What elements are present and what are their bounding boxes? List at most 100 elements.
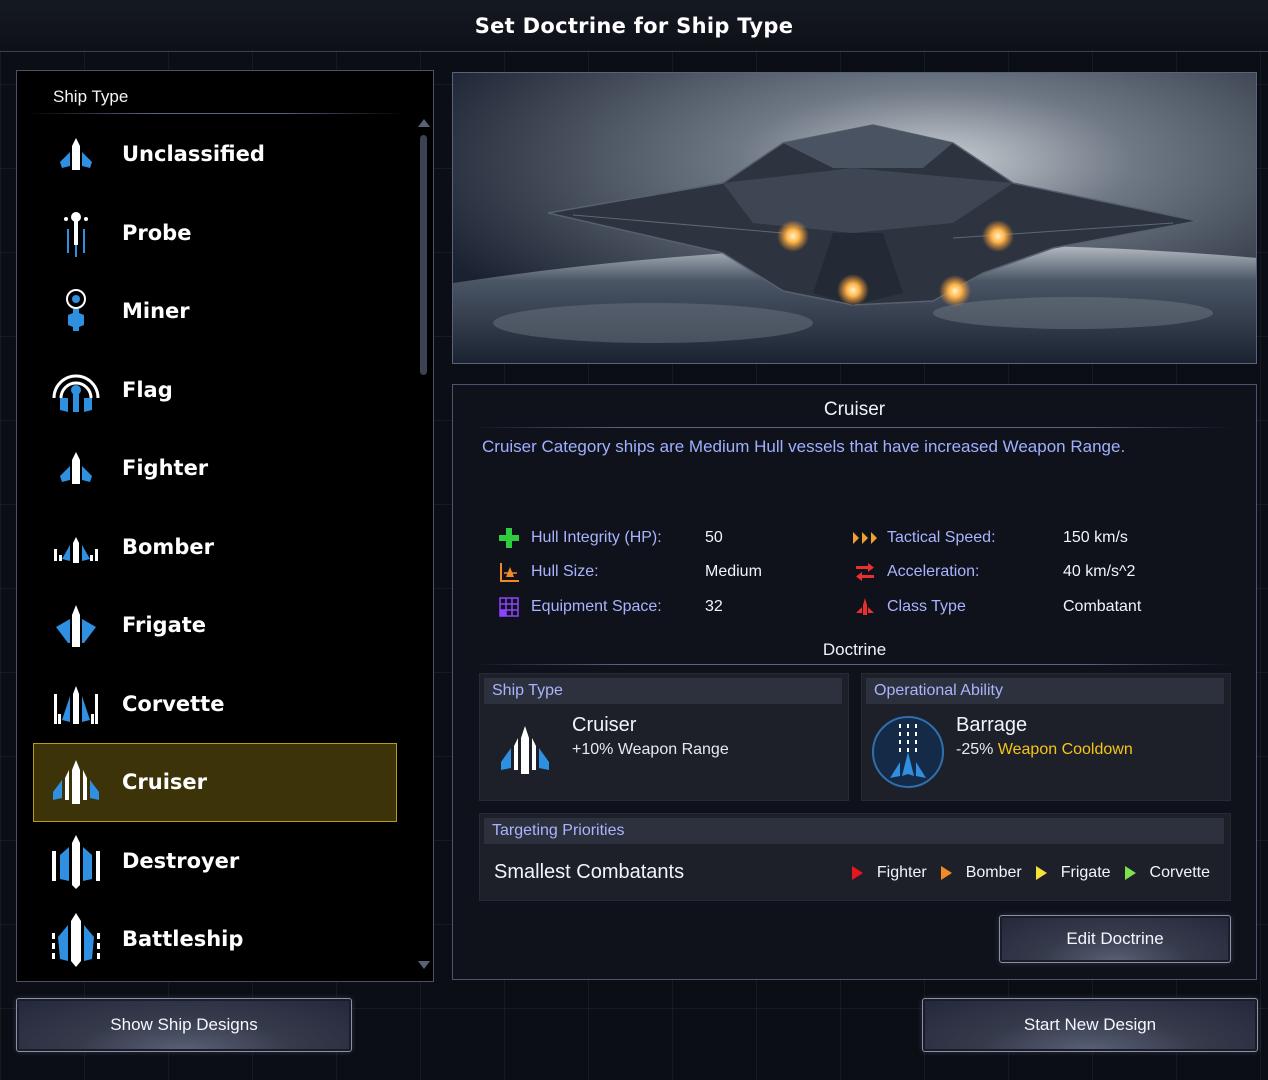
class-type-icon [853, 596, 877, 618]
doctrine-ship-type-card: Ship Type Cruiser +10% Weapon Range [479, 673, 849, 801]
priority-arrow-icon [851, 866, 863, 880]
priority-target-fighter: Fighter [876, 864, 927, 881]
card-header: Targeting Priorities [484, 818, 1224, 844]
targeting-priorities-card: Targeting Priorities Smallest Combatants… [479, 813, 1231, 901]
stat-label: Hull Integrity (HP): [531, 529, 662, 546]
divider [473, 664, 1233, 665]
ship-type-item-unclassified[interactable]: Unclassified [33, 115, 397, 194]
stat-value: Medium [705, 563, 762, 580]
ship-type-item-fighter[interactable]: Fighter [33, 429, 397, 508]
ship-type-item-corvette[interactable]: Corvette [33, 665, 397, 744]
doctrine-ship-type-bonus: +10% Weapon Range [572, 741, 729, 758]
acceleration-icon [853, 561, 877, 583]
operational-ability-name: Barrage [956, 714, 1028, 736]
card-header: Ship Type [484, 678, 842, 704]
divider [473, 427, 1233, 428]
ship-type-item-bomber[interactable]: Bomber [33, 508, 397, 587]
ship-type-item-cruiser[interactable]: Cruiser [33, 743, 397, 822]
stat-label: Tactical Speed: [887, 529, 996, 546]
ability-bonus-value: -25% [956, 741, 994, 758]
priority-target-corvette: Corvette [1149, 864, 1210, 881]
ability-bonus-stat: Weapon Cooldown [997, 741, 1133, 758]
priority-arrow-icon [1035, 866, 1047, 880]
ship-type-item-battleship[interactable]: Battleship [33, 900, 397, 979]
doctrine-ship-type-name: Cruiser [572, 714, 637, 736]
scroll-thumb[interactable] [420, 135, 427, 375]
operational-ability-bonus: -25% Weapon Cooldown [956, 741, 1133, 759]
divider [25, 113, 405, 114]
card-header: Operational Ability [866, 678, 1224, 704]
stat-equipment-space: Equipment Space: [497, 596, 662, 618]
ship-preview-image [452, 72, 1257, 364]
ship-type-item-probe[interactable]: Probe [33, 194, 397, 273]
edit-doctrine-button[interactable]: Edit Doctrine [999, 915, 1231, 963]
title-bar: Set Doctrine for Ship Type [0, 0, 1268, 52]
bomber-ship-icon [48, 519, 104, 575]
stat-label: Acceleration: [887, 563, 980, 580]
ship-type-list: Unclassified Probe Miner Flag Fighter Bomber F… [33, 115, 397, 979]
ship-type-description: Cruiser Category ships are Medium Hull v… [482, 437, 1126, 456]
doctrine-title: Doctrine [822, 640, 887, 659]
list-scrollbar[interactable] [417, 119, 431, 969]
page-title: Set Doctrine for Ship Type [474, 13, 794, 38]
stat-value: 32 [705, 598, 723, 615]
stat-label: Equipment Space: [531, 598, 662, 615]
priority-arrow-icon [1124, 866, 1136, 880]
cruiser-ship-icon [48, 754, 104, 810]
ship-type-item-frigate[interactable]: Frigate [33, 586, 397, 665]
ship-type-label: Flag [122, 377, 173, 402]
grid-icon [497, 596, 521, 618]
stat-class-type: Class Type [853, 596, 966, 618]
ship-type-item-flag[interactable]: Flag [33, 351, 397, 430]
targeting-priority-name: Smallest Combatants [494, 861, 685, 883]
ship-type-details-panel: Cruiser Cruiser Category ships are Mediu… [452, 384, 1257, 980]
ship-type-item-miner[interactable]: Miner [33, 272, 397, 351]
stat-value: 50 [705, 529, 723, 546]
probe-ship-icon [48, 205, 104, 261]
stat-hull-integrity: Hull Integrity (HP): [497, 527, 662, 549]
ship-type-label: Corvette [122, 691, 225, 716]
stat-tactical-speed: Tactical Speed: [853, 527, 996, 549]
frigate-ship-icon [48, 597, 104, 653]
ship-type-label: Unclassified [122, 142, 265, 167]
battleship-ship-icon [48, 911, 104, 968]
show-ship-designs-button[interactable]: Show Ship Designs [16, 998, 352, 1052]
stat-acceleration: Acceleration: [853, 561, 980, 583]
unclassified-ship-icon [48, 126, 104, 182]
flag-ship-icon [48, 362, 104, 418]
ship-type-label: Bomber [122, 534, 214, 559]
scroll-down-arrow-icon[interactable] [418, 961, 430, 969]
cruiser-ship-render [453, 73, 1256, 363]
priority-target-bomber: Bomber [965, 864, 1022, 881]
priority-target-frigate: Frigate [1060, 864, 1111, 881]
stat-hull-size: Hull Size: [497, 561, 599, 583]
stat-value: Combatant [1063, 598, 1142, 615]
scroll-up-arrow-icon[interactable] [418, 119, 430, 127]
start-new-design-button[interactable]: Start New Design [922, 998, 1258, 1052]
ship-type-label: Destroyer [122, 848, 240, 873]
ship-type-label: Probe [122, 220, 192, 245]
operational-ability-card: Operational Ability Barrage -25% Weapon … [861, 673, 1231, 801]
plus-icon [497, 527, 521, 549]
destroyer-ship-icon [48, 833, 104, 889]
ship-type-label: Fighter [122, 456, 209, 481]
ship-type-label: Miner [122, 299, 190, 324]
ship-type-list-header: Ship Type [53, 87, 129, 106]
ship-type-label: Battleship [122, 927, 244, 952]
ship-type-name: Cruiser [823, 399, 886, 420]
ship-type-item-destroyer[interactable]: Destroyer [33, 822, 397, 901]
ship-type-list-panel: Ship Type Unclassified Probe Miner Flag Figh… [16, 70, 434, 982]
stat-label: Class Type [887, 598, 966, 615]
hull-size-icon [497, 561, 521, 583]
barrage-ability-icon[interactable] [870, 714, 946, 795]
cruiser-ship-icon [498, 724, 552, 785]
fighter-ship-icon [48, 440, 104, 496]
miner-ship-icon [48, 283, 104, 339]
ship-type-label: Cruiser [122, 770, 208, 795]
priority-arrow-icon [940, 866, 952, 880]
stat-label: Hull Size: [531, 563, 599, 580]
targeting-priority-order: Fighter Bomber Frigate Corvette [851, 864, 1224, 882]
corvette-ship-icon [48, 676, 104, 732]
speed-chevrons-icon [853, 527, 877, 549]
ship-type-label: Frigate [122, 613, 207, 638]
